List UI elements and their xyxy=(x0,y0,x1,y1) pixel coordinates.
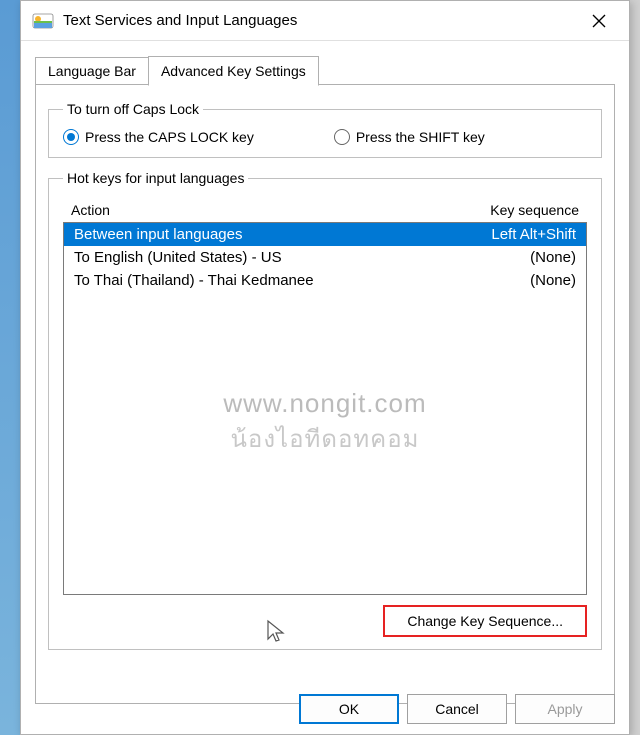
hotkeys-list-header: Action Key sequence xyxy=(63,198,587,222)
keyseq-cell: Left Alt+Shift xyxy=(491,226,576,243)
radio-shift[interactable]: Press the SHIFT key xyxy=(334,129,485,145)
apply-button[interactable]: Apply xyxy=(515,694,615,724)
list-item[interactable]: Between input languages Left Alt+Shift xyxy=(64,223,586,246)
change-key-sequence-button[interactable]: Change Key Sequence... xyxy=(383,605,587,637)
dialog-body: Language Bar Advanced Key Settings To tu… xyxy=(21,41,629,714)
dialog-text-services: Text Services and Input Languages Langua… xyxy=(20,0,630,735)
list-item[interactable]: To English (United States) - US (None) xyxy=(64,246,586,269)
desktop-backdrop-left xyxy=(0,0,20,735)
radio-icon xyxy=(334,129,350,145)
tab-advanced-key-settings[interactable]: Advanced Key Settings xyxy=(148,56,319,86)
desktop-backdrop-right xyxy=(630,0,640,735)
watermark-line2: น้องไอทีดอทคอม xyxy=(223,419,426,458)
hotkeys-listbox[interactable]: Between input languages Left Alt+Shift T… xyxy=(63,222,587,595)
tab-panel-advanced: To turn off Caps Lock Press the CAPS LOC… xyxy=(35,84,615,704)
col-keyseq: Key sequence xyxy=(490,202,579,218)
radio-caps-label: Press the CAPS LOCK key xyxy=(85,129,254,145)
hotkeys-groupbox: Hot keys for input languages Action Key … xyxy=(48,170,602,650)
list-item[interactable]: To Thai (Thailand) - Thai Kedmanee (None… xyxy=(64,269,586,292)
app-icon xyxy=(31,9,55,33)
watermark: www.nongit.com น้องไอทีดอทคอม xyxy=(223,388,426,458)
ok-button[interactable]: OK xyxy=(299,694,399,724)
close-button[interactable] xyxy=(577,6,621,36)
action-cell: To Thai (Thailand) - Thai Kedmanee xyxy=(74,272,314,289)
tab-language-bar[interactable]: Language Bar xyxy=(35,57,149,85)
hotkeys-legend: Hot keys for input languages xyxy=(63,170,248,186)
dialog-footer: OK Cancel Apply xyxy=(21,694,629,724)
titlebar: Text Services and Input Languages xyxy=(21,1,629,41)
watermark-line1: www.nongit.com xyxy=(223,388,426,419)
keyseq-cell: (None) xyxy=(530,272,576,289)
tab-strip: Language Bar Advanced Key Settings xyxy=(35,55,615,85)
radio-caps-lock[interactable]: Press the CAPS LOCK key xyxy=(63,129,254,145)
capslock-legend: To turn off Caps Lock xyxy=(63,101,203,117)
capslock-groupbox: To turn off Caps Lock Press the CAPS LOC… xyxy=(48,101,602,158)
col-action: Action xyxy=(71,202,110,218)
close-icon xyxy=(592,14,606,28)
radio-shift-label: Press the SHIFT key xyxy=(356,129,485,145)
keyseq-cell: (None) xyxy=(530,249,576,266)
cancel-button[interactable]: Cancel xyxy=(407,694,507,724)
window-title: Text Services and Input Languages xyxy=(63,12,577,29)
action-cell: Between input languages xyxy=(74,226,242,243)
action-cell: To English (United States) - US xyxy=(74,249,282,266)
radio-icon xyxy=(63,129,79,145)
